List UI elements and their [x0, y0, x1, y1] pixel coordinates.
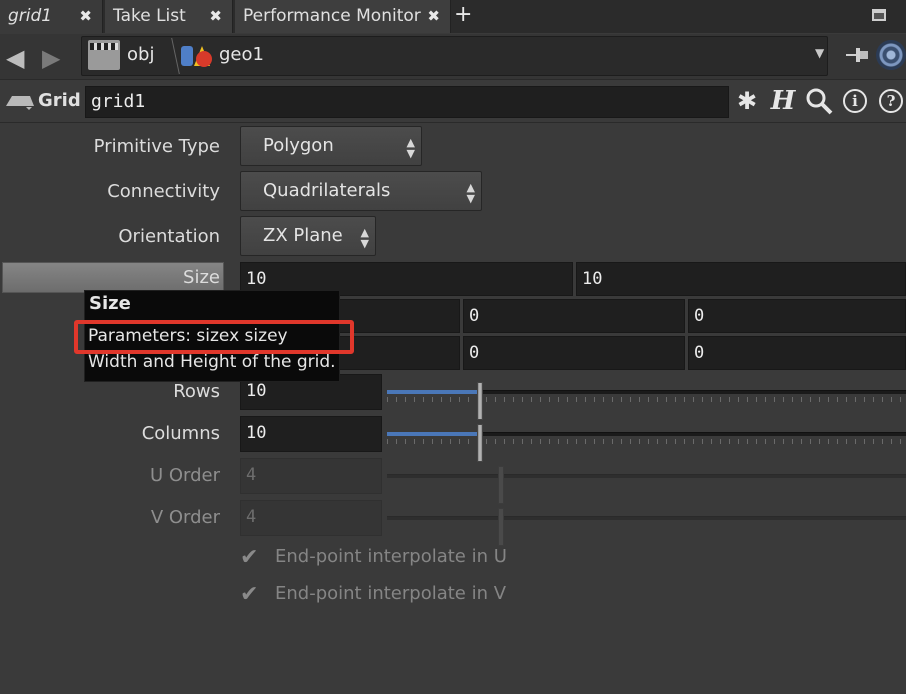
- v-order-field: 4: [240, 500, 382, 536]
- back-arrow-icon[interactable]: ◀: [6, 44, 24, 72]
- u-order-slider: [387, 466, 906, 504]
- v-order-label: V Order: [150, 507, 220, 528]
- tooltip-title: Size: [89, 293, 131, 314]
- highlight-box: [74, 320, 354, 354]
- orientation-label: Orientation: [118, 226, 220, 247]
- add-tab-icon[interactable]: +: [454, 2, 472, 27]
- center-y-field[interactable]: 0: [463, 299, 685, 333]
- tab-performance-monitor[interactable]: Performance Monitor ✖: [235, 0, 451, 33]
- breadcrumb-obj[interactable]: obj: [127, 44, 154, 65]
- rotate-z-field[interactable]: 0: [688, 336, 906, 370]
- tooltip-description: Width and Height of the grid.: [88, 352, 336, 372]
- primitive-type-value: Polygon: [263, 135, 334, 156]
- columns-label: Columns: [141, 423, 220, 444]
- updown-arrow-icon: ▲ ▼: [466, 181, 475, 205]
- slider-ticks: [387, 397, 906, 402]
- connectivity-value: Quadrilaterals: [263, 180, 391, 201]
- close-icon[interactable]: ✖: [209, 0, 222, 32]
- pin-icon[interactable]: [844, 44, 870, 66]
- checkmark-icon[interactable]: ✔: [240, 583, 264, 607]
- interp-v-label: End-point interpolate in V: [275, 583, 507, 604]
- tab-label: grid1: [8, 6, 53, 26]
- size-label[interactable]: Size: [183, 267, 220, 288]
- primitive-type-menu[interactable]: Polygon ▲ ▼: [240, 126, 422, 166]
- columns-field[interactable]: 10: [240, 416, 382, 452]
- tab-take-list[interactable]: Take List ✖: [105, 0, 233, 33]
- help-icon[interactable]: ?: [876, 86, 906, 116]
- node-type-label: Grid: [38, 90, 81, 111]
- updown-arrow-icon: ▲ ▼: [406, 136, 415, 160]
- slider-handle: [498, 508, 504, 546]
- u-order-field: 4: [240, 458, 382, 494]
- slider-ticks: [387, 439, 906, 444]
- forward-arrow-icon[interactable]: ▶: [42, 44, 60, 72]
- v-order-slider: [387, 508, 906, 546]
- rotate-y-field[interactable]: 0: [463, 336, 685, 370]
- houdini-help-icon[interactable]: H: [768, 86, 798, 116]
- columns-slider[interactable]: [387, 424, 906, 462]
- slider-handle[interactable]: [477, 424, 483, 462]
- size-y-field[interactable]: 10: [576, 262, 906, 296]
- slider-track: [387, 474, 906, 478]
- tab-label: Performance Monitor: [243, 6, 421, 26]
- slider-track: [387, 516, 906, 520]
- rows-slider[interactable]: [387, 382, 906, 420]
- tab-label: Take List: [113, 6, 186, 26]
- chevron-down-icon[interactable]: ▼: [815, 46, 824, 60]
- slider-fill: [387, 390, 480, 394]
- interp-u-label: End-point interpolate in U: [275, 546, 507, 567]
- connectivity-menu[interactable]: Quadrilaterals ▲ ▼: [240, 171, 482, 211]
- divider: [0, 122, 906, 123]
- rows-label: Rows: [173, 381, 220, 402]
- pane-menu-icon[interactable]: [872, 9, 886, 21]
- link-eye-icon[interactable]: [876, 40, 906, 70]
- connectivity-label: Connectivity: [107, 181, 220, 202]
- clapperboard-icon: [88, 40, 120, 70]
- center-z-field[interactable]: 0: [688, 299, 906, 333]
- gear-icon[interactable]: ✱: [732, 86, 762, 116]
- slider-handle[interactable]: [477, 382, 483, 420]
- checkmark-icon[interactable]: ✔: [240, 546, 264, 570]
- orientation-menu[interactable]: ZX Plane ▲ ▼: [240, 216, 376, 256]
- geometry-icon: [181, 46, 212, 67]
- info-icon[interactable]: i: [840, 86, 870, 116]
- updown-arrow-icon: ▲ ▼: [360, 226, 369, 250]
- close-icon[interactable]: ✖: [427, 0, 440, 32]
- breadcrumb-geo1[interactable]: geo1: [219, 44, 264, 65]
- tab-grid1[interactable]: grid1 ✖: [0, 0, 103, 33]
- primitive-type-label: Primitive Type: [93, 136, 220, 157]
- grid-node-icon: [6, 96, 34, 110]
- slider-handle: [498, 466, 504, 504]
- slider-fill: [387, 432, 480, 436]
- close-icon[interactable]: ✖: [79, 0, 92, 32]
- node-name-input[interactable]: grid1: [85, 86, 729, 118]
- u-order-label: U Order: [149, 465, 220, 486]
- orientation-value: ZX Plane: [263, 225, 343, 246]
- search-icon[interactable]: [804, 86, 834, 116]
